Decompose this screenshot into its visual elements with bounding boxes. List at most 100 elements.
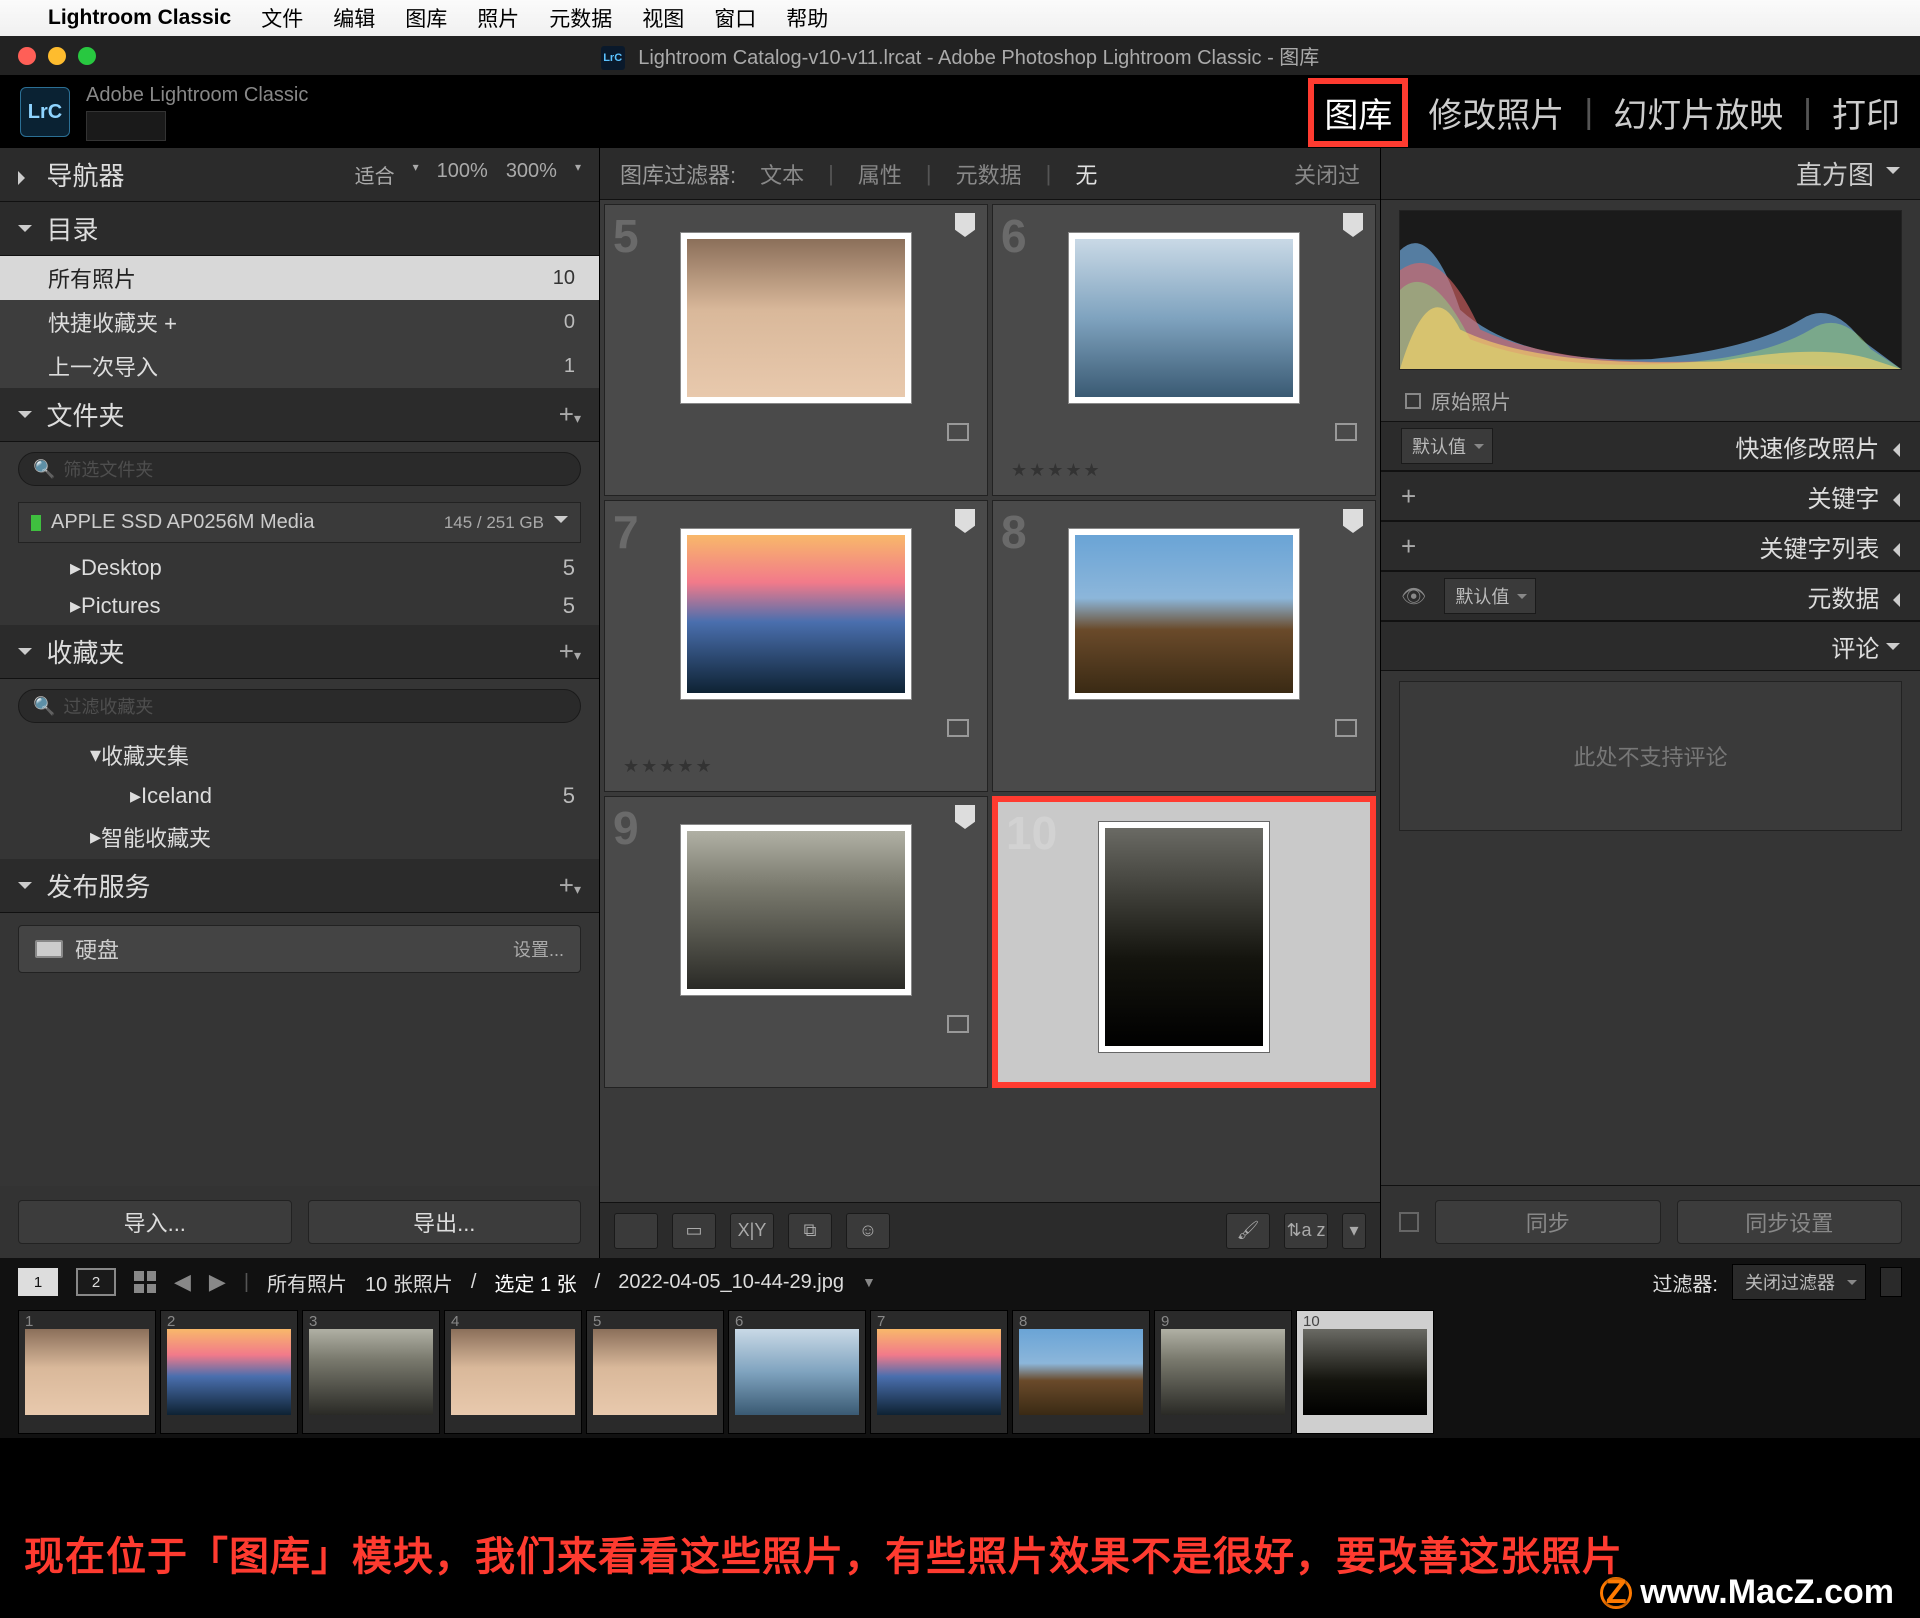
disclosure-icon[interactable]: ▸ [70, 593, 81, 619]
grid-cell[interactable]: 10 [992, 796, 1376, 1088]
grid-cell[interactable]: 9 [604, 796, 988, 1088]
add-icon[interactable]: + [1401, 481, 1416, 512]
menu-library[interactable]: 图库 [405, 3, 447, 33]
filter-off[interactable]: 关闭过 [1294, 158, 1360, 190]
filmstrip-cell[interactable]: 7 [870, 1310, 1008, 1434]
window-minimize-button[interactable] [48, 47, 66, 65]
sync-button[interactable]: 同步 [1435, 1200, 1661, 1244]
view-grid-button[interactable] [614, 1213, 658, 1249]
filmstrip-cell[interactable]: 9 [1154, 1310, 1292, 1434]
disclosure-icon[interactable] [554, 516, 568, 530]
collection-set[interactable]: ▾收藏夹集 [0, 733, 599, 777]
flag-icon[interactable] [955, 805, 975, 829]
grid-icon[interactable] [134, 1271, 156, 1293]
publish-setup-button[interactable]: 设置... [513, 936, 564, 962]
flag-icon[interactable] [955, 509, 975, 533]
publish-harddrive[interactable]: 硬盘 设置... [18, 925, 581, 973]
folders-header[interactable]: 文件夹 +▾ [0, 388, 599, 442]
histogram[interactable] [1399, 210, 1902, 370]
filmstrip[interactable]: 12345678910 [0, 1306, 1920, 1438]
badge-icon[interactable] [947, 719, 969, 737]
grid-cell[interactable]: 8 [992, 500, 1376, 792]
flag-icon[interactable] [1343, 509, 1363, 533]
filter-attr[interactable]: 属性 [858, 158, 902, 190]
disclosure-icon[interactable]: ▾ [90, 742, 101, 768]
collections-add-button[interactable]: +▾ [559, 636, 581, 667]
module-library[interactable]: 图库 [1308, 78, 1408, 147]
module-develop[interactable]: 修改照片 [1428, 88, 1564, 137]
filmstrip-cell[interactable]: 3 [302, 1310, 440, 1434]
folder-pictures[interactable]: ▸Pictures 5 [0, 587, 599, 625]
grid-cell[interactable]: 7★★★★★ [604, 500, 988, 792]
monitor-2-button[interactable]: 2 [76, 1268, 116, 1296]
catalog-previous-import[interactable]: 上一次导入1 [0, 344, 599, 388]
collection-iceland[interactable]: ▸Iceland 5 [0, 777, 599, 815]
menu-file[interactable]: 文件 [261, 3, 303, 33]
rating-stars[interactable]: ★★★★★ [623, 756, 714, 777]
collections-header[interactable]: 收藏夹 +▾ [0, 625, 599, 679]
window-zoom-button[interactable] [78, 47, 96, 65]
catalog-all-photos[interactable]: 所有照片10 [0, 256, 599, 300]
quick-develop-preset-dropdown[interactable]: 默认值 [1401, 428, 1493, 464]
monitor-1-button[interactable]: 1 [18, 1268, 58, 1296]
menu-edit[interactable]: 编辑 [333, 3, 375, 33]
eye-icon[interactable]: 👁 [1401, 584, 1426, 609]
disclosure-icon[interactable]: ▸ [90, 824, 101, 850]
filmstrip-cell[interactable]: 5 [586, 1310, 724, 1434]
flag-icon[interactable] [955, 213, 975, 237]
rating-stars[interactable]: ★★★★★ [1011, 460, 1102, 481]
export-button[interactable]: 导出... [308, 1200, 582, 1244]
chevron-down-icon[interactable]: ▾ [413, 160, 419, 189]
folders-add-button[interactable]: +▾ [559, 399, 581, 430]
filter-switch[interactable] [1880, 1267, 1902, 1297]
smart-collections[interactable]: ▸智能收藏夹 [0, 815, 599, 859]
module-print[interactable]: 打印 [1832, 88, 1900, 137]
badge-icon[interactable] [1335, 423, 1357, 441]
catalog-header[interactable]: 目录 [0, 202, 599, 256]
view-people-button[interactable]: ☺ [846, 1213, 890, 1249]
import-button[interactable]: 导入... [18, 1200, 292, 1244]
source-label[interactable]: 所有照片 [267, 1268, 347, 1297]
add-icon[interactable]: + [1401, 531, 1416, 562]
disclosure-icon[interactable]: ▸ [70, 555, 81, 581]
filmstrip-cell[interactable]: 6 [728, 1310, 866, 1434]
filmstrip-cell[interactable]: 10 [1296, 1310, 1434, 1434]
comments-header[interactable]: 评论 [1381, 621, 1920, 671]
original-photo-checkbox[interactable]: 原始照片 [1381, 380, 1920, 421]
grid-cell[interactable]: 6★★★★★ [992, 204, 1376, 496]
folders-search-input[interactable]: 🔍 筛选文件夹 [18, 452, 581, 486]
mac-menubar[interactable]: Lightroom Classic 文件 编辑 图库 照片 元数据 视图 窗口 … [0, 0, 1920, 36]
keyword-list-header[interactable]: + 关键字列表 [1381, 521, 1920, 571]
autosync-checkbox[interactable] [1399, 1212, 1419, 1232]
chevron-down-icon[interactable]: ▾ [575, 160, 581, 189]
collections-search-input[interactable]: 🔍 过滤收藏夹 [18, 689, 581, 723]
nav-100[interactable]: 100% [437, 160, 488, 189]
painter-tool-button[interactable]: 🖌 [1226, 1213, 1270, 1249]
flag-icon[interactable] [1343, 213, 1363, 237]
publish-add-button[interactable]: +▾ [559, 870, 581, 901]
lr-identity-plate[interactable]: LrC Adobe Lightroom Classic [20, 84, 308, 141]
menu-app[interactable]: Lightroom Classic [48, 6, 231, 30]
metadata-preset-dropdown[interactable]: 默认值 [1444, 578, 1536, 614]
menu-help[interactable]: 帮助 [786, 3, 828, 33]
folder-desktop[interactable]: ▸Desktop 5 [0, 549, 599, 587]
publish-header[interactable]: 发布服务 +▾ [0, 859, 599, 913]
badge-icon[interactable] [947, 1015, 969, 1033]
filter-metadata[interactable]: 元数据 [956, 158, 1022, 190]
disclosure-icon[interactable]: ▸ [130, 783, 141, 809]
navigator-header[interactable]: 导航器 适合▾ 100% 300%▾ [0, 148, 599, 202]
module-slideshow[interactable]: 幻灯片放映 [1613, 88, 1783, 137]
metadata-header[interactable]: 👁默认值 元数据 [1381, 571, 1920, 621]
volume-row[interactable]: APPLE SSD AP0256M Media 145 / 251 GB [18, 502, 581, 543]
quick-develop-header[interactable]: 默认值 快速修改照片 [1381, 421, 1920, 471]
filmstrip-cell[interactable]: 2 [160, 1310, 298, 1434]
nav-300[interactable]: 300% [506, 160, 557, 189]
filmstrip-cell[interactable]: 1 [18, 1310, 156, 1434]
grid-cell[interactable]: 5 [604, 204, 988, 496]
nav-back-button[interactable]: ◀ [174, 1269, 191, 1295]
badge-icon[interactable] [1335, 719, 1357, 737]
filmstrip-cell[interactable]: 8 [1012, 1310, 1150, 1434]
view-survey-button[interactable]: ⧉ [788, 1213, 832, 1249]
menu-photo[interactable]: 照片 [477, 3, 519, 33]
keywording-header[interactable]: + 关键字 [1381, 471, 1920, 521]
